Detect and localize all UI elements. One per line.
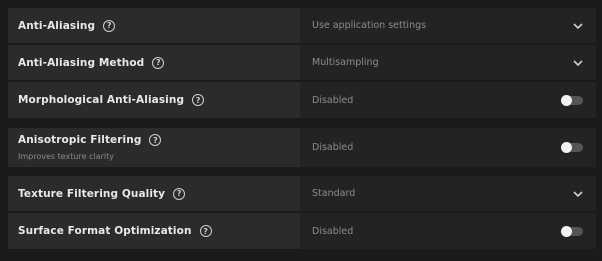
help-icon[interactable]: ? [149, 134, 162, 146]
chevron-down-icon [572, 59, 584, 67]
toggle-state-label: Disabled [312, 225, 354, 237]
texture-filtering-quality-dropdown[interactable]: Standard [300, 176, 596, 211]
setting-label-cell: Anti-Aliasing Method ? [8, 45, 300, 80]
setting-label-line: Morphological Anti-Aliasing ? [18, 94, 300, 106]
setting-label-line: Anisotropic Filtering ? [18, 134, 300, 146]
anisotropic-filtering-toggle[interactable] [561, 142, 583, 153]
anti-aliasing-dropdown[interactable]: Use application settings [300, 8, 596, 43]
toggle-knob [561, 94, 572, 106]
setting-label: Surface Format Optimization [18, 225, 192, 237]
setting-label-cell: Anti-Aliasing ? [8, 8, 300, 43]
help-icon[interactable]: ? [103, 19, 116, 32]
setting-label: Anisotropic Filtering [18, 134, 142, 146]
anti-aliasing-method-dropdown[interactable]: Multisampling [300, 45, 596, 80]
toggle-state-label: Disabled [312, 142, 354, 153]
toggle-knob [561, 225, 572, 237]
toggle-knob [561, 142, 572, 153]
setting-label: Morphological Anti-Aliasing [18, 94, 185, 106]
morphological-anti-aliasing-toggle[interactable] [561, 94, 583, 106]
surface-format-optimization-toggle[interactable] [561, 225, 583, 237]
setting-label-cell: Surface Format Optimization ? [8, 213, 300, 249]
setting-value-cell: Disabled [300, 82, 596, 118]
setting-row-morphological-anti-aliasing: Morphological Anti-Aliasing ? Disabled [8, 82, 596, 118]
setting-row-texture-filtering-quality: Texture Filtering Quality ? Standard [8, 176, 596, 211]
help-icon[interactable]: ? [152, 56, 165, 69]
toggle-state-label: Disabled [312, 94, 354, 106]
dropdown-selected-value: Multisampling [312, 57, 379, 68]
chevron-down-icon [572, 22, 584, 30]
setting-value-cell: Disabled [300, 128, 596, 167]
setting-label-line: Texture Filtering Quality ? [18, 187, 300, 200]
setting-label-line: Anti-Aliasing Method ? [18, 56, 300, 69]
dropdown-selected-value: Use application settings [312, 20, 427, 31]
dropdown-selected-value: Standard [312, 188, 356, 199]
help-icon[interactable]: ? [192, 94, 205, 106]
setting-label: Anti-Aliasing Method [18, 56, 145, 69]
help-icon[interactable]: ? [199, 225, 212, 237]
setting-label-cell: Anisotropic Filtering ? Improves texture… [8, 128, 300, 167]
setting-label-line: Surface Format Optimization ? [18, 225, 300, 237]
chevron-down-icon [572, 190, 584, 198]
help-icon[interactable]: ? [173, 187, 186, 200]
setting-description: Improves texture clarity [18, 152, 114, 161]
graphics-settings-panel: Anti-Aliasing ? Use application settings… [0, 0, 602, 261]
setting-row-surface-format-optimization: Surface Format Optimization ? Disabled [8, 213, 596, 249]
setting-value-cell: Disabled [300, 213, 596, 249]
setting-label: Anti-Aliasing [18, 19, 96, 32]
setting-row-anisotropic-filtering: Anisotropic Filtering ? Improves texture… [8, 128, 596, 167]
setting-row-anti-aliasing: Anti-Aliasing ? Use application settings [8, 8, 596, 43]
setting-label-cell: Morphological Anti-Aliasing ? [8, 82, 300, 118]
setting-label-line: Anti-Aliasing ? [18, 19, 300, 32]
setting-label-cell: Texture Filtering Quality ? [8, 176, 300, 211]
setting-label: Texture Filtering Quality [18, 187, 166, 200]
setting-row-anti-aliasing-method: Anti-Aliasing Method ? Multisampling [8, 45, 596, 80]
